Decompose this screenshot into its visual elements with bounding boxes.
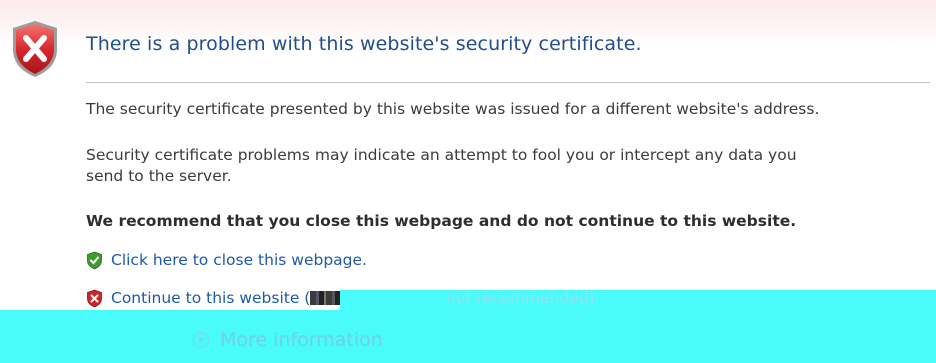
more-information-label: More information	[220, 329, 383, 351]
security-warning-line-2: send to the server.	[86, 167, 232, 185]
more-information-toggle[interactable]: More information	[193, 329, 383, 351]
overlay-band	[0, 310, 936, 363]
divider	[86, 82, 930, 83]
continue-link-prefix: Continue to this website (	[111, 289, 311, 307]
security-warning-line-1: Security certificate problems may indica…	[86, 146, 797, 164]
security-warning-message: Security certificate problems may indica…	[86, 145, 797, 187]
certificate-error-page: There is a problem with this website's s…	[0, 0, 936, 363]
overlay-band-upper	[340, 290, 936, 310]
chevron-down-icon	[193, 332, 209, 348]
green-shield-icon	[87, 251, 102, 269]
continue-link-suffix[interactable]: not recommended).	[446, 288, 600, 308]
certificate-mismatch-message: The security certificate presented by th…	[86, 100, 820, 118]
page-title: There is a problem with this website's s…	[86, 33, 642, 55]
close-webpage-row[interactable]: Click here to close this webpage.	[86, 250, 367, 270]
error-shield-icon	[13, 21, 57, 77]
close-webpage-link[interactable]: Click here to close this webpage.	[111, 250, 367, 270]
recommendation-message: We recommend that you close this webpage…	[86, 212, 797, 230]
red-shield-icon	[87, 289, 102, 307]
